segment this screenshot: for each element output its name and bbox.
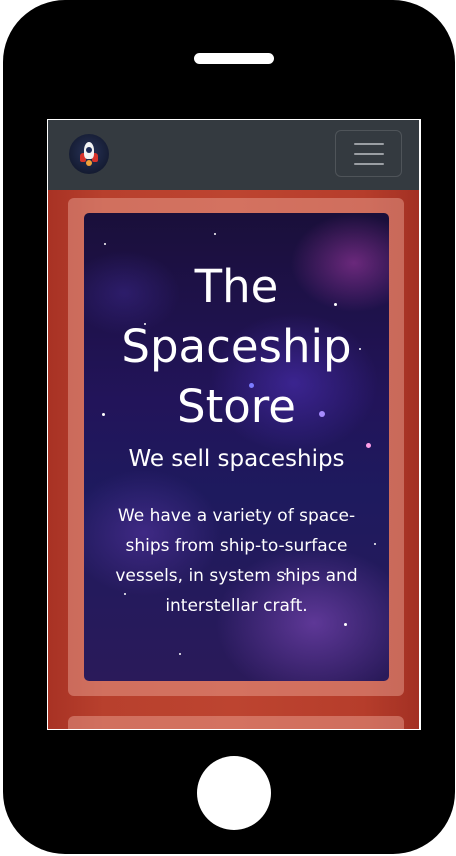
hero-subtitle: We sell spaceships [128, 446, 345, 472]
phone-speaker [194, 53, 274, 64]
phone-home-button[interactable] [197, 756, 271, 830]
hamburger-line [354, 153, 384, 155]
hamburger-line [354, 143, 384, 145]
rocket-window [86, 147, 92, 153]
star [104, 243, 106, 245]
star [179, 653, 181, 655]
viewport: The Spaceship Store We sell spaceships W… [48, 120, 419, 729]
rocket-flame [86, 160, 92, 166]
hamburger-menu-button[interactable] [335, 130, 402, 177]
star [374, 543, 376, 545]
star [214, 233, 216, 235]
next-card-peek [68, 716, 404, 729]
phone-frame: The Spaceship Store We sell spaceships W… [3, 0, 455, 854]
hero-banner: The Spaceship Store We sell spaceships W… [84, 213, 389, 681]
hero-title: The Spaceship Store [121, 260, 352, 433]
phone-screen: The Spaceship Store We sell spaceships W… [47, 119, 421, 730]
navbar [48, 120, 419, 190]
star [344, 623, 347, 626]
main-content: The Spaceship Store We sell spaceships W… [48, 190, 419, 729]
hero-description: We have a variety of space-ships from sh… [115, 506, 358, 616]
hamburger-line [354, 163, 384, 165]
brand-logo-rocket-icon[interactable] [69, 134, 109, 174]
